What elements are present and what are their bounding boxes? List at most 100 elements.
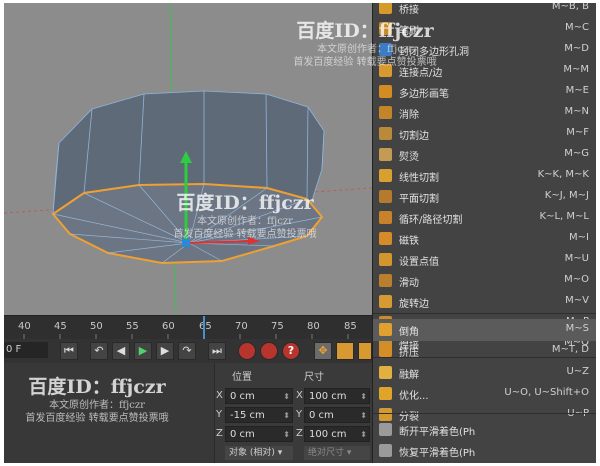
size-z-field[interactable]: 100 cm ⬍ [304, 426, 370, 442]
pos-axis-label: Z [216, 428, 223, 439]
menu-item[interactable]: 恢复平滑着色(Ph [373, 440, 596, 462]
menu-item[interactable]: 桥接 M~B, B [373, 3, 596, 19]
position-x-field[interactable]: 0 cm ⬍ [225, 388, 293, 404]
menu-item[interactable]: 融解 U~Z [373, 362, 596, 384]
next-key-button[interactable]: ↷ [178, 342, 196, 360]
scale-keys-icon[interactable] [336, 342, 354, 360]
menu-item-shortcut: M~I [569, 232, 589, 243]
menu-item[interactable]: 旋转边 M~V [373, 291, 596, 313]
tool-icon [379, 344, 392, 357]
tool-icon [379, 295, 392, 308]
menu-item[interactable]: 断开平滑着色(Ph [373, 419, 596, 441]
timeline-tick: 40 [18, 321, 31, 332]
tool-icon [379, 444, 392, 457]
menu-item-label: 融解 [399, 370, 419, 381]
help-icon[interactable]: ? [282, 342, 300, 360]
tool-icon [379, 127, 392, 140]
position-z-field[interactable]: 0 cm ⬍ [225, 426, 293, 442]
menu-item-shortcut: M~S [565, 323, 589, 334]
tool-icon [379, 148, 392, 161]
menu-item-shortcut: K~K, M~K [537, 169, 589, 180]
menu-item[interactable]: 倒角 M~S [373, 319, 596, 341]
menu-item[interactable]: 设置点值 M~U [373, 249, 596, 271]
timeline-tick: 55 [126, 321, 139, 332]
menu-item-shortcut: M~E [565, 85, 589, 96]
pos-axis-label: X [216, 390, 223, 401]
tool-icon [379, 106, 392, 119]
menu-separator [373, 413, 596, 414]
cinema4d-window: 40 45 50 55 60 65 70 75 80 85 0 F ⏮ ↶ ◀ … [4, 3, 596, 463]
timeline-tick: 45 [54, 321, 67, 332]
menu-separator [373, 357, 596, 358]
menu-item-shortcut: M~G [564, 148, 589, 159]
menu-item-label: 连接点/边 [399, 68, 443, 79]
menu-item[interactable]: 熨烫 M~G [373, 144, 596, 166]
menu-item-label: 消除 [399, 110, 419, 121]
menu-item[interactable]: 线性切割 K~K, M~K [373, 165, 596, 187]
play-button[interactable]: ▶ [134, 342, 152, 360]
size-x-field[interactable]: 100 cm ⬍ [304, 388, 370, 404]
position-header: 位置 [232, 372, 252, 383]
object-mode-dropdown[interactable]: 对象 (相对) ▾ [225, 446, 293, 460]
menu-item-shortcut: M~T, D [551, 344, 589, 355]
go-to-start-button[interactable]: ⏮ [60, 342, 78, 360]
tool-icon [379, 169, 392, 182]
menu-item[interactable]: 封闭多边形孔洞 M~D [373, 39, 596, 61]
menu-item-label: 循环/路径切割 [399, 215, 463, 226]
tool-icon [379, 253, 392, 266]
playhead[interactable] [203, 316, 205, 340]
tool-icon [379, 85, 392, 98]
menu-item-label: 倒角 [399, 327, 419, 338]
menu-item-label: 旋转边 [399, 299, 429, 310]
menu-item[interactable]: 挤压 M~T, D [373, 340, 596, 362]
keyframe-icon[interactable] [358, 342, 372, 360]
menu-item-label: 断开平滑着色(Ph [399, 427, 476, 438]
tool-icon [379, 22, 392, 35]
tool-icon [379, 190, 392, 203]
menu-item[interactable]: 切割边 M~F [373, 123, 596, 145]
menu-item-label: 熨烫 [399, 152, 419, 163]
tool-icon [379, 64, 392, 77]
menu-item-shortcut: M~B, B [551, 3, 589, 12]
menu-item-shortcut: M~U [564, 253, 589, 264]
timeline-tick: 85 [344, 321, 357, 332]
position-y-field[interactable]: -15 cm ⬍ [225, 407, 293, 423]
menu-item-label: 优化... [399, 391, 429, 402]
move-keys-icon[interactable]: ✥ [314, 342, 332, 360]
menu-item-label: 滑动 [399, 278, 419, 289]
size-axis-label: Z [296, 428, 303, 439]
menu-item[interactable]: 优化... U~O, U~Shift+O [373, 383, 596, 405]
menu-item[interactable]: 滑动 M~O [373, 270, 596, 292]
menu-item[interactable]: 平面切割 K~J, M~J [373, 186, 596, 208]
screenshot-frame: 40 45 50 55 60 65 70 75 80 85 0 F ⏮ ↶ ◀ … [0, 0, 600, 466]
next-frame-button[interactable]: ▶ [156, 342, 174, 360]
menu-item[interactable]: 消除 M~N [373, 102, 596, 124]
menu-item[interactable]: 连接点/边 M~M [373, 60, 596, 82]
previous-key-button[interactable]: ↶ [90, 342, 108, 360]
menu-item-shortcut: M~M [563, 64, 589, 75]
menu-item-label: 封闭多边形孔洞 [399, 47, 469, 58]
go-to-end-button[interactable]: ⏭ [208, 342, 226, 360]
menu-item[interactable]: 循环/路径切割 K~L, M~L [373, 207, 596, 229]
tool-icon [379, 232, 392, 245]
menu-item-label: 多边形画笔 [399, 89, 449, 100]
3d-viewport[interactable] [4, 3, 372, 315]
previous-frame-button[interactable]: ◀ [112, 342, 130, 360]
timeline-tick: 50 [90, 321, 103, 332]
timeline-tick: 65 [199, 321, 212, 332]
timeline-ruler[interactable]: 40 45 50 55 60 65 70 75 80 85 [4, 315, 372, 340]
record-key-icon[interactable] [238, 342, 256, 360]
menu-item-label: 磁铁 [399, 236, 419, 247]
menu-item-label: 笔刷 [399, 26, 419, 37]
size-y-field[interactable]: 0 cm ⬍ [304, 407, 370, 423]
menu-item[interactable]: 多边形画笔 M~E [373, 81, 596, 103]
tool-icon [379, 366, 392, 379]
menu-item-shortcut: K~L, M~L [539, 211, 589, 222]
menu-item[interactable]: 笔刷 M~C [373, 18, 596, 40]
menu-item[interactable]: 磁铁 M~I [373, 228, 596, 250]
size-mode-dropdown[interactable]: 绝对尺寸 ▾ [304, 446, 370, 460]
current-frame-field[interactable]: 0 F [4, 342, 48, 358]
menu-separator [373, 313, 596, 314]
auto-key-icon[interactable] [260, 342, 278, 360]
tool-icon [379, 323, 392, 336]
